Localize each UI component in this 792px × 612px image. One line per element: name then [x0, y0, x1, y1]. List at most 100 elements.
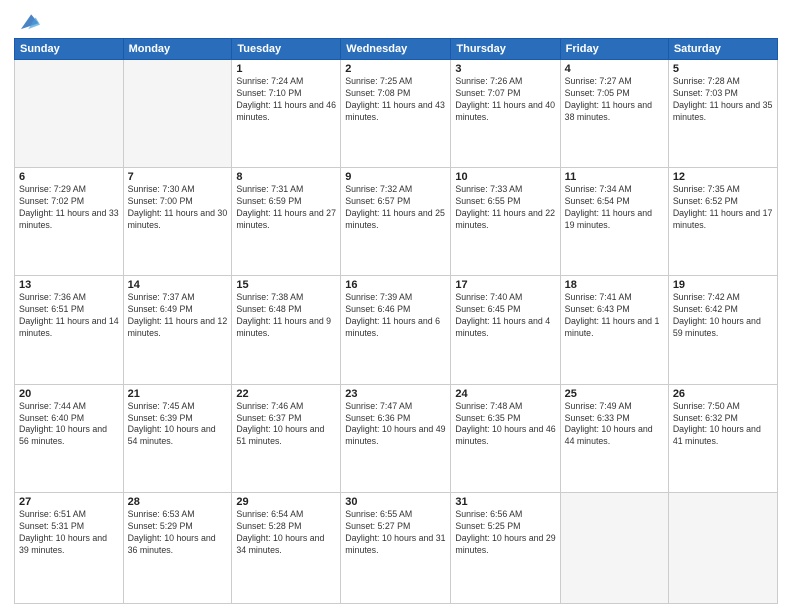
day-info: Sunrise: 6:51 AMSunset: 5:31 PMDaylight:… — [19, 509, 119, 557]
day-info: Sunrise: 6:56 AMSunset: 5:25 PMDaylight:… — [455, 509, 555, 557]
day-number: 29 — [236, 496, 336, 508]
day-number: 1 — [236, 63, 336, 75]
day-info: Sunrise: 7:33 AMSunset: 6:55 PMDaylight:… — [455, 184, 555, 232]
day-cell: 2Sunrise: 7:25 AMSunset: 7:08 PMDaylight… — [341, 60, 451, 168]
day-number: 19 — [673, 279, 773, 291]
day-cell: 20Sunrise: 7:44 AMSunset: 6:40 PMDayligh… — [15, 384, 124, 492]
day-cell: 22Sunrise: 7:46 AMSunset: 6:37 PMDayligh… — [232, 384, 341, 492]
weekday-header-sunday: Sunday — [15, 39, 124, 60]
logo — [14, 10, 40, 32]
week-row-2: 13Sunrise: 7:36 AMSunset: 6:51 PMDayligh… — [15, 276, 778, 384]
day-info: Sunrise: 7:45 AMSunset: 6:39 PMDaylight:… — [128, 401, 228, 449]
day-cell: 5Sunrise: 7:28 AMSunset: 7:03 PMDaylight… — [668, 60, 777, 168]
day-info: Sunrise: 6:54 AMSunset: 5:28 PMDaylight:… — [236, 509, 336, 557]
day-number: 4 — [565, 63, 664, 75]
day-number: 22 — [236, 388, 336, 400]
day-cell: 14Sunrise: 7:37 AMSunset: 6:49 PMDayligh… — [123, 276, 232, 384]
logo-icon — [18, 10, 40, 32]
day-cell: 19Sunrise: 7:42 AMSunset: 6:42 PMDayligh… — [668, 276, 777, 384]
day-number: 13 — [19, 279, 119, 291]
day-cell: 15Sunrise: 7:38 AMSunset: 6:48 PMDayligh… — [232, 276, 341, 384]
day-cell: 10Sunrise: 7:33 AMSunset: 6:55 PMDayligh… — [451, 168, 560, 276]
day-number: 16 — [345, 279, 446, 291]
week-row-1: 6Sunrise: 7:29 AMSunset: 7:02 PMDaylight… — [15, 168, 778, 276]
day-number: 14 — [128, 279, 228, 291]
day-info: Sunrise: 7:42 AMSunset: 6:42 PMDaylight:… — [673, 292, 773, 340]
day-cell: 29Sunrise: 6:54 AMSunset: 5:28 PMDayligh… — [232, 492, 341, 603]
day-info: Sunrise: 7:38 AMSunset: 6:48 PMDaylight:… — [236, 292, 336, 340]
day-number: 24 — [455, 388, 555, 400]
day-info: Sunrise: 7:49 AMSunset: 6:33 PMDaylight:… — [565, 401, 664, 449]
weekday-header-wednesday: Wednesday — [341, 39, 451, 60]
weekday-header-thursday: Thursday — [451, 39, 560, 60]
day-cell: 27Sunrise: 6:51 AMSunset: 5:31 PMDayligh… — [15, 492, 124, 603]
day-info: Sunrise: 7:31 AMSunset: 6:59 PMDaylight:… — [236, 184, 336, 232]
day-info: Sunrise: 7:37 AMSunset: 6:49 PMDaylight:… — [128, 292, 228, 340]
day-number: 12 — [673, 171, 773, 183]
day-cell: 13Sunrise: 7:36 AMSunset: 6:51 PMDayligh… — [15, 276, 124, 384]
day-info: Sunrise: 7:26 AMSunset: 7:07 PMDaylight:… — [455, 76, 555, 124]
day-info: Sunrise: 7:25 AMSunset: 7:08 PMDaylight:… — [345, 76, 446, 124]
day-info: Sunrise: 6:53 AMSunset: 5:29 PMDaylight:… — [128, 509, 228, 557]
day-info: Sunrise: 7:41 AMSunset: 6:43 PMDaylight:… — [565, 292, 664, 340]
day-number: 27 — [19, 496, 119, 508]
day-number: 21 — [128, 388, 228, 400]
day-cell: 3Sunrise: 7:26 AMSunset: 7:07 PMDaylight… — [451, 60, 560, 168]
day-number: 28 — [128, 496, 228, 508]
weekday-header-monday: Monday — [123, 39, 232, 60]
day-info: Sunrise: 7:47 AMSunset: 6:36 PMDaylight:… — [345, 401, 446, 449]
day-cell: 21Sunrise: 7:45 AMSunset: 6:39 PMDayligh… — [123, 384, 232, 492]
day-cell: 17Sunrise: 7:40 AMSunset: 6:45 PMDayligh… — [451, 276, 560, 384]
day-cell: 9Sunrise: 7:32 AMSunset: 6:57 PMDaylight… — [341, 168, 451, 276]
day-number: 31 — [455, 496, 555, 508]
day-cell: 23Sunrise: 7:47 AMSunset: 6:36 PMDayligh… — [341, 384, 451, 492]
day-cell: 7Sunrise: 7:30 AMSunset: 7:00 PMDaylight… — [123, 168, 232, 276]
day-number: 9 — [345, 171, 446, 183]
day-info: Sunrise: 6:55 AMSunset: 5:27 PMDaylight:… — [345, 509, 446, 557]
day-cell: 30Sunrise: 6:55 AMSunset: 5:27 PMDayligh… — [341, 492, 451, 603]
day-info: Sunrise: 7:36 AMSunset: 6:51 PMDaylight:… — [19, 292, 119, 340]
day-number: 26 — [673, 388, 773, 400]
day-number: 3 — [455, 63, 555, 75]
day-cell: 1Sunrise: 7:24 AMSunset: 7:10 PMDaylight… — [232, 60, 341, 168]
day-cell — [123, 60, 232, 168]
day-cell: 31Sunrise: 6:56 AMSunset: 5:25 PMDayligh… — [451, 492, 560, 603]
day-info: Sunrise: 7:35 AMSunset: 6:52 PMDaylight:… — [673, 184, 773, 232]
day-number: 17 — [455, 279, 555, 291]
day-cell: 25Sunrise: 7:49 AMSunset: 6:33 PMDayligh… — [560, 384, 668, 492]
day-number: 11 — [565, 171, 664, 183]
day-cell: 26Sunrise: 7:50 AMSunset: 6:32 PMDayligh… — [668, 384, 777, 492]
day-cell: 6Sunrise: 7:29 AMSunset: 7:02 PMDaylight… — [15, 168, 124, 276]
day-number: 10 — [455, 171, 555, 183]
day-cell: 12Sunrise: 7:35 AMSunset: 6:52 PMDayligh… — [668, 168, 777, 276]
day-cell — [560, 492, 668, 603]
day-info: Sunrise: 7:40 AMSunset: 6:45 PMDaylight:… — [455, 292, 555, 340]
day-info: Sunrise: 7:28 AMSunset: 7:03 PMDaylight:… — [673, 76, 773, 124]
day-cell: 24Sunrise: 7:48 AMSunset: 6:35 PMDayligh… — [451, 384, 560, 492]
day-number: 25 — [565, 388, 664, 400]
day-info: Sunrise: 7:27 AMSunset: 7:05 PMDaylight:… — [565, 76, 664, 124]
day-cell: 28Sunrise: 6:53 AMSunset: 5:29 PMDayligh… — [123, 492, 232, 603]
day-info: Sunrise: 7:29 AMSunset: 7:02 PMDaylight:… — [19, 184, 119, 232]
day-info: Sunrise: 7:44 AMSunset: 6:40 PMDaylight:… — [19, 401, 119, 449]
day-info: Sunrise: 7:32 AMSunset: 6:57 PMDaylight:… — [345, 184, 446, 232]
day-info: Sunrise: 7:50 AMSunset: 6:32 PMDaylight:… — [673, 401, 773, 449]
week-row-0: 1Sunrise: 7:24 AMSunset: 7:10 PMDaylight… — [15, 60, 778, 168]
day-number: 20 — [19, 388, 119, 400]
day-cell: 18Sunrise: 7:41 AMSunset: 6:43 PMDayligh… — [560, 276, 668, 384]
day-info: Sunrise: 7:48 AMSunset: 6:35 PMDaylight:… — [455, 401, 555, 449]
day-number: 15 — [236, 279, 336, 291]
day-number: 23 — [345, 388, 446, 400]
day-info: Sunrise: 7:34 AMSunset: 6:54 PMDaylight:… — [565, 184, 664, 232]
day-cell — [668, 492, 777, 603]
weekday-header-saturday: Saturday — [668, 39, 777, 60]
day-info: Sunrise: 7:46 AMSunset: 6:37 PMDaylight:… — [236, 401, 336, 449]
day-cell: 16Sunrise: 7:39 AMSunset: 6:46 PMDayligh… — [341, 276, 451, 384]
day-cell: 8Sunrise: 7:31 AMSunset: 6:59 PMDaylight… — [232, 168, 341, 276]
day-cell — [15, 60, 124, 168]
weekday-header-tuesday: Tuesday — [232, 39, 341, 60]
weekday-header-row: SundayMondayTuesdayWednesdayThursdayFrid… — [15, 39, 778, 60]
day-info: Sunrise: 7:30 AMSunset: 7:00 PMDaylight:… — [128, 184, 228, 232]
day-number: 8 — [236, 171, 336, 183]
day-number: 6 — [19, 171, 119, 183]
